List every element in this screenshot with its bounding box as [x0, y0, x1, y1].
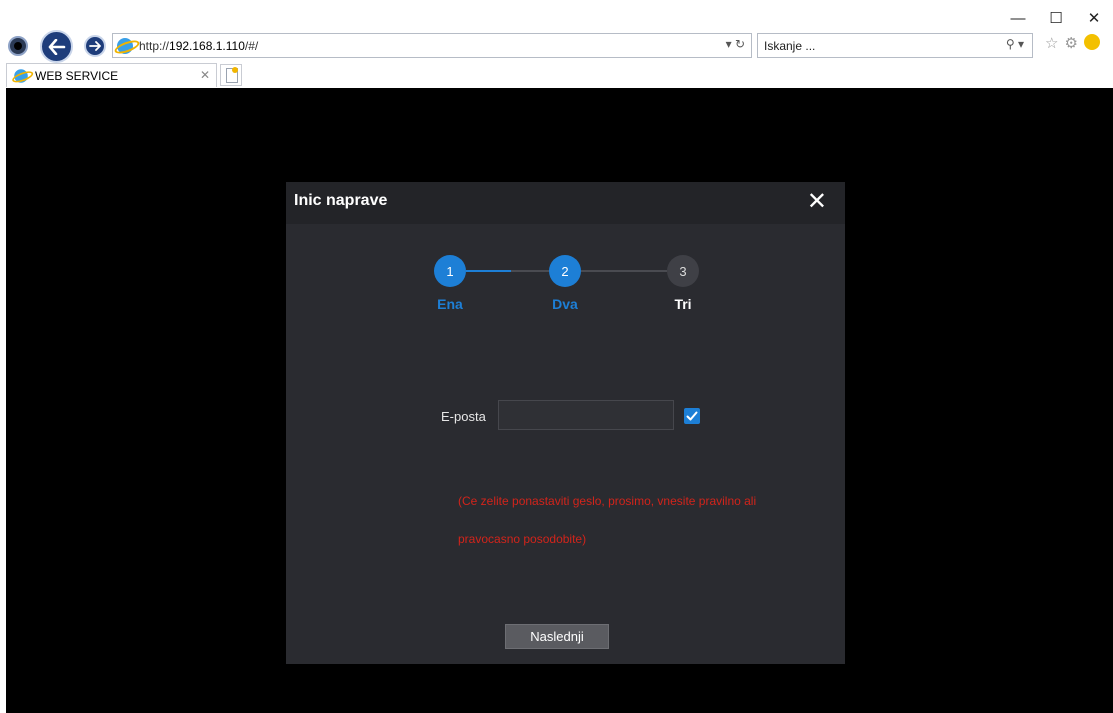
- next-button[interactable]: Naslednji: [505, 624, 609, 649]
- step-3-circle: 3: [667, 255, 699, 287]
- init-device-dialog: Inic naprave ✕ 1 2 3 Ena Dva Tri E-posta…: [286, 182, 845, 664]
- address-tools[interactable]: ▾ ↻: [726, 37, 745, 51]
- search-tools[interactable]: ⚲ ▾: [1006, 37, 1024, 51]
- window-controls: — ☐ ✕: [999, 6, 1113, 30]
- email-input[interactable]: [498, 400, 674, 430]
- forward-button[interactable]: [84, 35, 106, 57]
- email-label: E-posta: [441, 409, 486, 424]
- search-icon[interactable]: ⚲: [1006, 37, 1015, 51]
- toolbar-icons: ☆ ⚙: [1045, 34, 1100, 52]
- step-1-label: Ena: [437, 296, 463, 312]
- dialog-title: Inic naprave: [294, 192, 388, 209]
- tab-close-icon[interactable]: ✕: [200, 68, 210, 82]
- ie-icon: [14, 68, 28, 83]
- hint-text-line-2: pravocasno posodobite): [458, 532, 587, 546]
- close-icon[interactable]: ✕: [807, 188, 827, 216]
- tab-title: WEB SERVICE: [35, 68, 119, 83]
- step-3-label: Tri: [674, 296, 692, 312]
- stop-icon[interactable]: [8, 36, 28, 56]
- step-connector-1b: [511, 270, 549, 272]
- star-icon[interactable]: ☆: [1045, 34, 1058, 52]
- arrow-right-icon: [89, 41, 101, 51]
- dialog-header: Inic naprave ✕: [286, 182, 845, 224]
- step-1-circle: 1: [434, 255, 466, 287]
- step-connector-1: [466, 270, 511, 272]
- new-tab-button[interactable]: [220, 64, 242, 86]
- step-2-circle: 2: [549, 255, 581, 287]
- address-text: http://192.168.1.110/#/: [139, 38, 259, 53]
- step-2-label: Dva: [552, 296, 578, 312]
- step-connector-2: [581, 270, 667, 272]
- arrow-left-icon: [48, 38, 65, 55]
- smiley-icon[interactable]: [1083, 34, 1100, 50]
- maximize-icon[interactable]: ☐: [1037, 6, 1075, 30]
- browser-tab[interactable]: WEB SERVICE ✕: [6, 63, 217, 87]
- dropdown-icon[interactable]: ▾: [1018, 37, 1024, 51]
- gear-icon[interactable]: ⚙: [1064, 34, 1077, 52]
- search-text: Iskanje ...: [764, 38, 816, 53]
- address-bar[interactable]: http://192.168.1.110/#/ ▾ ↻: [112, 33, 752, 58]
- refresh-icon[interactable]: ↻: [735, 37, 745, 51]
- checkmark-icon: [686, 411, 698, 421]
- dropdown-icon[interactable]: ▾: [726, 37, 732, 51]
- close-window-icon[interactable]: ✕: [1075, 6, 1113, 30]
- search-bar[interactable]: Iskanje ... ⚲ ▾: [757, 33, 1033, 58]
- browser-chrome: — ☐ ✕ http://192.168.1.110/#/ ▾ ↻ Iskanj…: [0, 0, 1113, 88]
- back-button[interactable]: [40, 30, 73, 63]
- minimize-icon[interactable]: —: [999, 6, 1037, 30]
- email-checkbox[interactable]: [684, 408, 700, 424]
- hint-text-line-1: (Ce zelite ponastaviti geslo, prosimo, v…: [458, 494, 757, 508]
- ie-icon: [117, 37, 133, 54]
